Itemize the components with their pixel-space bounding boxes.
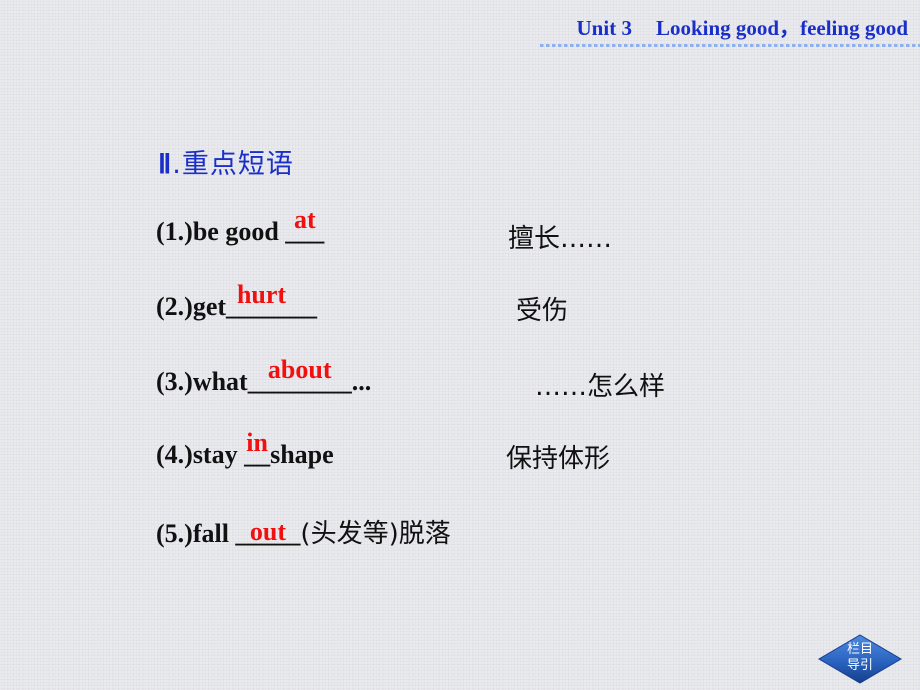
phrase-meaning-2: 受伤 — [516, 296, 569, 326]
phrase-row-4: (4.)stay __ in shape — [156, 428, 334, 470]
section-numeral: Ⅱ — [158, 149, 173, 179]
phrase-text: (4.)stay — [156, 440, 245, 469]
answer-text: at — [293, 205, 316, 234]
phrase-text: (1.)be good — [156, 217, 286, 246]
answer-blank: _______ hurt — [226, 280, 317, 322]
answer-text: in — [246, 428, 268, 457]
nav-label: 栏目 导引 — [818, 642, 902, 674]
phrase-text: (5.)fall — [156, 519, 236, 548]
phrase-meaning-1: 擅长…… — [508, 224, 613, 254]
phrase-meaning-4: 保持体形 — [506, 444, 611, 474]
header-divider — [540, 44, 920, 47]
section-title: Ⅱ.重点短语 — [158, 142, 294, 181]
unit-number: Unit 3 — [576, 16, 632, 40]
section-guide-button[interactable]: 栏目 导引 — [818, 634, 902, 684]
section-heading: .重点短语 — [172, 149, 294, 180]
nav-label-line2: 导引 — [846, 658, 873, 673]
phrase-suffix: (头发等)脱落 — [300, 519, 451, 549]
answer-blank: ___ at — [285, 205, 324, 247]
unit-title: Looking good，feeling good — [655, 16, 908, 40]
answer-text: about — [267, 355, 332, 384]
phrase-suffix: shape — [270, 440, 334, 469]
phrase-row-1: (1.)be good ___ at — [156, 205, 324, 247]
answer-blank: __ in — [244, 428, 270, 470]
phrase-row-2: (2.)get_______ hurt — [156, 280, 317, 322]
answer-blank: ________ about — [248, 355, 352, 397]
phrase-row-5: (5.)fall _____ out (头发等)脱落 — [156, 513, 451, 550]
answer-text: hurt — [236, 280, 287, 309]
answer-text: out — [249, 517, 286, 546]
phrase-text: (3.)what — [156, 367, 248, 396]
nav-label-line1: 栏目 — [846, 642, 873, 657]
unit-header: Unit 3 Looking good，feeling good — [577, 12, 908, 42]
phrase-suffix: ... — [351, 367, 372, 396]
phrase-meaning-3: ……怎么样 — [535, 372, 666, 402]
answer-blank: _____ out — [235, 517, 300, 549]
phrase-row-3: (3.)what________ about... — [156, 355, 372, 397]
